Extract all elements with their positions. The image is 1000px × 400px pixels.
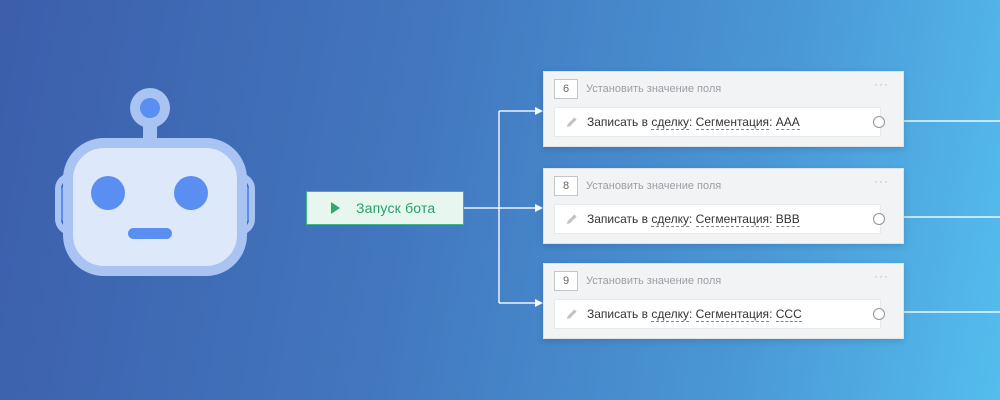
more-options-icon[interactable]: ··· bbox=[874, 269, 889, 283]
arrowhead-card-6 bbox=[535, 107, 543, 115]
start-bot-button[interactable]: Запуск бота bbox=[306, 191, 464, 225]
card-title: Установить значение поля bbox=[586, 180, 722, 192]
connector-port-icon[interactable] bbox=[873, 213, 885, 225]
start-bot-label: Запуск бота bbox=[356, 200, 436, 216]
field-link[interactable]: Сегментация bbox=[695, 307, 770, 322]
step-card-set-field-6[interactable]: 6 Установить значение поля ··· Записать … bbox=[543, 71, 904, 147]
connector-port-icon[interactable] bbox=[873, 116, 885, 128]
entity-link[interactable]: сделку bbox=[651, 115, 689, 130]
pencil-icon bbox=[567, 309, 577, 319]
step-number: 9 bbox=[554, 271, 578, 291]
robot-left-eye bbox=[91, 176, 125, 210]
play-icon bbox=[331, 202, 340, 214]
field-link[interactable]: Сегментация bbox=[695, 115, 770, 130]
action-row[interactable]: Записать в сделку: Сегментация: BBB bbox=[554, 204, 885, 234]
card-title: Установить значение поля bbox=[586, 275, 722, 287]
robot-right-eye bbox=[174, 176, 208, 210]
connector-port-icon[interactable] bbox=[873, 308, 885, 320]
robot-illustration bbox=[55, 88, 255, 276]
step-card-set-field-9[interactable]: 9 Установить значение поля ··· Записать … bbox=[543, 263, 904, 339]
field-link[interactable]: Сегментация bbox=[695, 212, 770, 227]
value-link[interactable]: CCC bbox=[775, 307, 802, 322]
action-row[interactable]: Записать в сделку: Сегментация: AAA bbox=[554, 107, 885, 137]
robot-head bbox=[63, 138, 247, 276]
entity-link[interactable]: сделку bbox=[651, 212, 689, 227]
action-text: Записать в сделку: Сегментация: BBB bbox=[587, 212, 800, 227]
value-link[interactable]: BBB bbox=[775, 212, 800, 227]
card-title: Установить значение поля bbox=[586, 83, 722, 95]
robot-antenna-light bbox=[140, 98, 160, 118]
value-link[interactable]: AAA bbox=[775, 115, 800, 130]
pencil-icon bbox=[567, 117, 577, 127]
entity-link[interactable]: сделку bbox=[651, 307, 689, 322]
step-number: 8 bbox=[554, 176, 578, 196]
card-header: 9 Установить значение поля ··· bbox=[544, 264, 903, 296]
action-row[interactable]: Записать в сделку: Сегментация: CCC bbox=[554, 299, 885, 329]
card-header: 6 Установить значение поля ··· bbox=[544, 72, 903, 104]
arrowhead-card-8 bbox=[535, 204, 543, 212]
step-card-set-field-8[interactable]: 8 Установить значение поля ··· Записать … bbox=[543, 168, 904, 244]
card-header: 8 Установить значение поля ··· bbox=[544, 169, 903, 201]
robot-mouth bbox=[128, 228, 172, 239]
action-text: Записать в сделку: Сегментация: AAA bbox=[587, 115, 800, 130]
pencil-icon bbox=[567, 214, 577, 224]
more-options-icon[interactable]: ··· bbox=[874, 174, 889, 188]
action-text: Записать в сделку: Сегментация: CCC bbox=[587, 307, 802, 322]
step-number: 6 bbox=[554, 79, 578, 99]
more-options-icon[interactable]: ··· bbox=[874, 77, 889, 91]
arrowhead-card-9 bbox=[535, 299, 543, 307]
